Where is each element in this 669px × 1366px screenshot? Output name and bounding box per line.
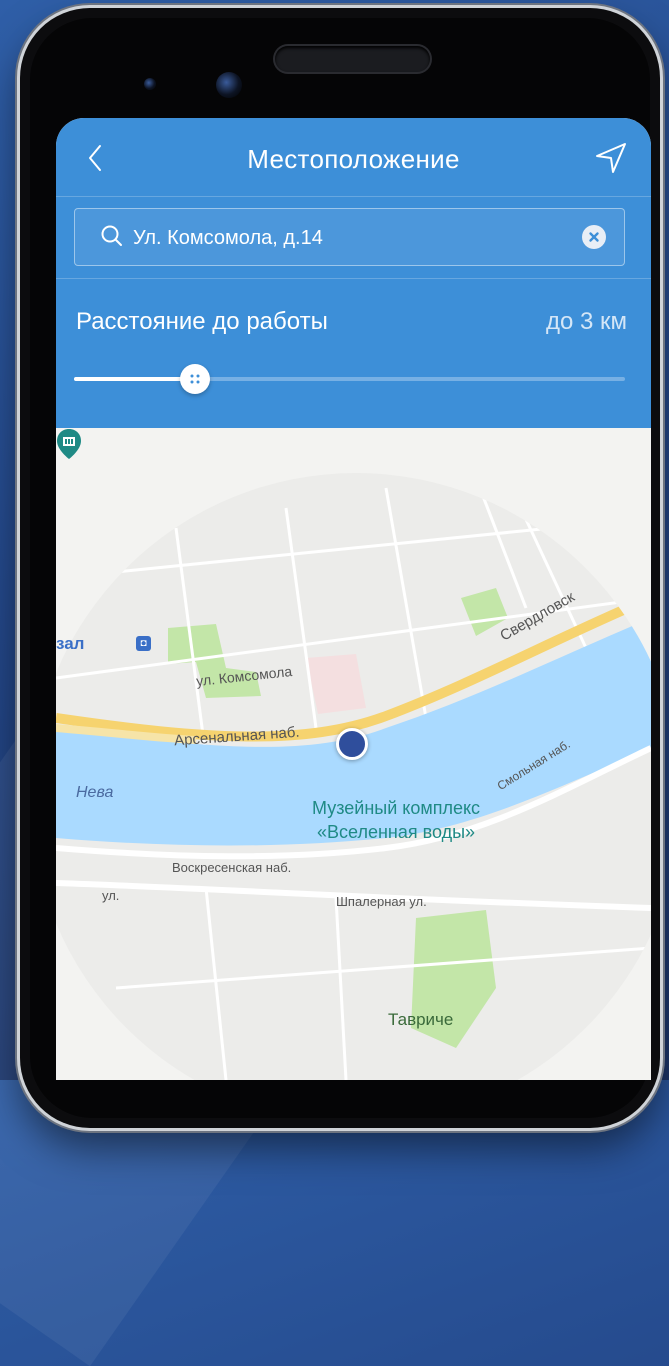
station-label: зал <box>56 634 84 654</box>
train-station-icon: ◘ <box>136 636 151 651</box>
clear-search-button[interactable] <box>582 225 606 249</box>
current-location-button[interactable] <box>591 138 631 178</box>
phone-speaker <box>275 46 430 72</box>
header-panel: Местоположение Расстояние до работы <box>56 118 651 428</box>
search-input[interactable] <box>131 217 555 259</box>
street-label-shpalernaya: Шпалерная ул. <box>336 894 427 909</box>
street-label-voskresenskaya: Воскресенская наб. <box>172 860 292 875</box>
map-view[interactable]: зал ◘ ул. Комсомола Арсенальная наб. Све… <box>56 428 651 1080</box>
park-label: Тавриче <box>388 1010 454 1029</box>
selected-location-marker[interactable] <box>336 728 368 760</box>
river-label: Нева <box>76 784 114 801</box>
search-icon <box>101 225 122 246</box>
museum-pin-icon[interactable] <box>56 428 82 460</box>
distance-slider[interactable] <box>74 364 625 394</box>
header-divider <box>56 278 651 279</box>
poi-line-2: «Вселенная воды» <box>317 822 476 842</box>
navigation-bar: Местоположение <box>56 118 651 197</box>
phone-sensor <box>144 78 156 90</box>
page-title: Местоположение <box>247 144 460 174</box>
slider-thumb[interactable] <box>180 364 211 394</box>
street-label-ul: ул. <box>102 888 120 903</box>
poi-label: Музейный комплекс «Вселенная воды» <box>312 796 480 844</box>
slider-fill <box>74 377 196 381</box>
phone-front-camera <box>216 72 242 98</box>
distance-value: до 3 км <box>545 308 627 335</box>
navigation-arrow-icon <box>596 143 626 173</box>
poi-line-1: Музейный комплекс <box>312 798 481 818</box>
app-screen: Местоположение Расстояние до работы <box>56 118 651 1080</box>
station-name: зал <box>56 634 85 653</box>
search-box[interactable] <box>74 208 625 266</box>
grip-dots-icon <box>190 374 200 384</box>
clear-circle-icon <box>589 232 599 242</box>
distance-label: Расстояние до работы <box>76 308 328 335</box>
